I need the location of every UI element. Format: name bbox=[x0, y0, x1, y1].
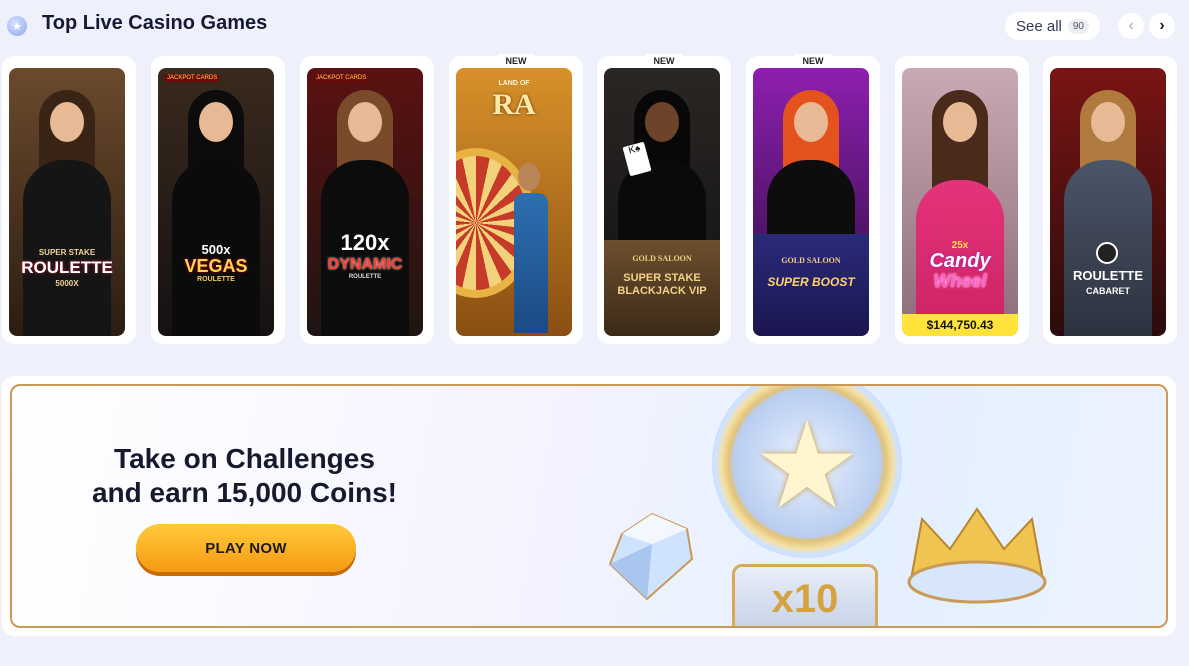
game-card-land-of-ra[interactable]: NEW LAND OF RA bbox=[449, 54, 583, 344]
game-logo-main: DYNAMIC bbox=[327, 256, 403, 273]
game-card-super-stake-blackjack[interactable]: NEW K♠ GOLD SALOON SUPER STAKE BLACKJACK… bbox=[597, 54, 731, 344]
game-logo-top: 120x bbox=[340, 230, 390, 255]
section-header: ★ Top Live Casino Games See all 90 ‹ › bbox=[0, 0, 1189, 52]
see-all-label: See all bbox=[1016, 17, 1062, 35]
game-logo-main: SUPER BOOST bbox=[767, 275, 855, 289]
game-thumbnail: 25x Candy Wheel $144,750.43 bbox=[902, 68, 1018, 336]
game-logo-main: SUPER STAKE bbox=[623, 272, 701, 284]
game-logo-main: VEGAS bbox=[184, 256, 248, 276]
game-logo-top: GOLD SALOON bbox=[632, 254, 692, 263]
game-logo-top: GOLD SALOON bbox=[781, 256, 841, 265]
crown-icon bbox=[907, 507, 1047, 604]
chevron-left-icon[interactable]: ‹ bbox=[1118, 13, 1144, 39]
game-thumbnail: GOLD SALOON SUPER BOOST bbox=[753, 68, 869, 336]
challenges-promo-banner[interactable]: Take on Challenges and earn 15,000 Coins… bbox=[10, 384, 1168, 628]
diamond-icon bbox=[608, 512, 694, 601]
dealer-face bbox=[348, 102, 382, 142]
banner-title-line2: and earn 15,000 Coins! bbox=[91, 477, 397, 508]
game-card-candy-wheel[interactable]: 25x Candy Wheel $144,750.43 bbox=[895, 56, 1029, 344]
game-logo-sub: Wheel bbox=[933, 271, 987, 291]
game-logo-sub: 5000X bbox=[55, 279, 79, 288]
game-logo-sub: ROULETTE bbox=[348, 274, 382, 280]
game-card-vegas-roulette[interactable]: JACKPOT CARDS 500x VEGAS ROULETTE bbox=[151, 56, 285, 344]
see-all-button[interactable]: See all 90 bbox=[1005, 12, 1100, 40]
multiplier-badge: x10 bbox=[732, 564, 878, 626]
jackpot-cards-tag: JACKPOT CARDS bbox=[164, 74, 221, 82]
jackpot-cards-tag: JACKPOT CARDS bbox=[313, 74, 370, 82]
jackpot-amount: $144,750.43 bbox=[902, 314, 1018, 336]
game-thumbnail: JACKPOT CARDS 120x DYNAMIC ROULETTE bbox=[307, 68, 423, 336]
dealer-face bbox=[518, 163, 540, 191]
game-logo-main: RA bbox=[492, 88, 536, 121]
dealer-face bbox=[1091, 102, 1125, 142]
dealer-face bbox=[794, 102, 828, 142]
game-thumbnail: SUPER STAKE ROULETTE 5000X bbox=[9, 68, 125, 336]
new-badge: NEW bbox=[794, 54, 832, 69]
game-card-roulette-cabaret[interactable]: ROULETTE CABARET bbox=[1043, 56, 1177, 344]
play-now-button[interactable]: PLAY NOW bbox=[136, 524, 356, 572]
game-thumbnail: LAND OF RA bbox=[456, 68, 572, 336]
game-card-dynamic-roulette[interactable]: JACKPOT CARDS 120x DYNAMIC ROULETTE bbox=[300, 56, 434, 344]
game-carousel: SUPER STAKE ROULETTE 5000X JACKPOT CARDS… bbox=[0, 54, 1189, 346]
dealer-face bbox=[50, 102, 84, 142]
game-logo-top: SUPER STAKE bbox=[38, 248, 96, 257]
game-card-super-stake-roulette[interactable]: SUPER STAKE ROULETTE 5000X bbox=[2, 56, 136, 344]
game-logo-sub: BLACKJACK VIP bbox=[617, 285, 707, 297]
roulette-wheel-icon bbox=[1096, 242, 1118, 264]
dealer-face bbox=[199, 102, 233, 142]
game-logo-main: ROULETTE bbox=[1072, 268, 1144, 283]
dealer-face bbox=[645, 102, 679, 142]
game-logo-main: ROULETTE bbox=[21, 258, 113, 277]
star-badge-icon: ★ bbox=[7, 16, 27, 36]
game-logo-sub: CABARET bbox=[1086, 286, 1130, 296]
dealer-body bbox=[514, 193, 548, 333]
game-card-super-boost[interactable]: NEW GOLD SALOON SUPER BOOST bbox=[746, 54, 880, 344]
new-badge: NEW bbox=[497, 54, 535, 69]
game-logo-top: 500x bbox=[201, 242, 231, 257]
game-thumbnail: ROULETTE CABARET bbox=[1050, 68, 1166, 336]
section-title: Top Live Casino Games bbox=[42, 12, 268, 34]
banner-title-line1: Take on Challenges bbox=[114, 443, 375, 474]
game-logo-sub: ROULETTE bbox=[197, 276, 235, 283]
dealer-face bbox=[943, 102, 977, 142]
banner-title: Take on Challenges and earn 15,000 Coins… bbox=[72, 442, 417, 510]
game-thumbnail: K♠ GOLD SALOON SUPER STAKE BLACKJACK VIP bbox=[604, 68, 720, 336]
see-all-count: 90 bbox=[1067, 18, 1089, 34]
game-logo-main: Candy bbox=[929, 250, 991, 272]
game-thumbnail: JACKPOT CARDS 500x VEGAS ROULETTE bbox=[158, 68, 274, 336]
game-logo-top: LAND OF bbox=[498, 80, 530, 87]
chevron-right-icon[interactable]: › bbox=[1149, 13, 1175, 39]
star-icon: ★ bbox=[753, 399, 861, 533]
new-badge: NEW bbox=[645, 54, 683, 69]
